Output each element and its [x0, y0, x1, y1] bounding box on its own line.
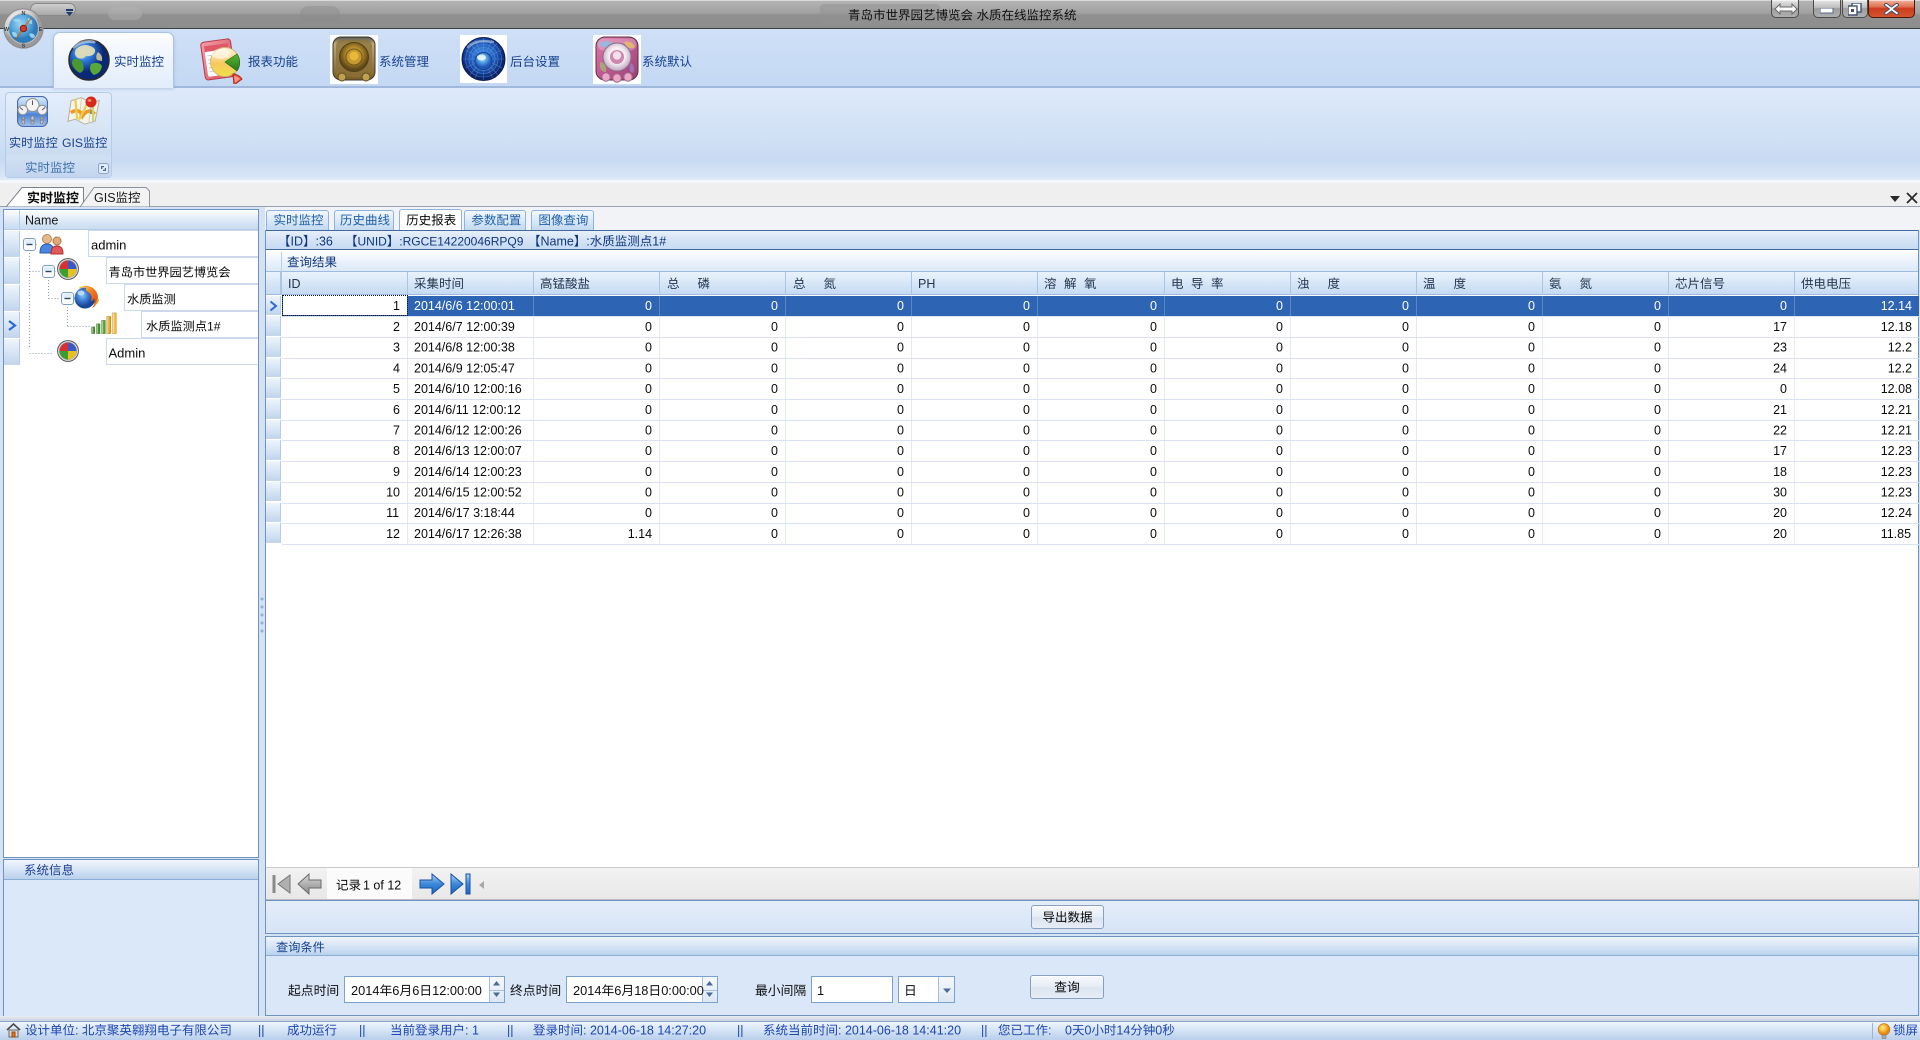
svg-text:N: N [22, 11, 26, 17]
svg-text:W: W [4, 27, 10, 33]
svg-text:E: E [39, 27, 43, 33]
svg-text:S: S [22, 44, 26, 50]
